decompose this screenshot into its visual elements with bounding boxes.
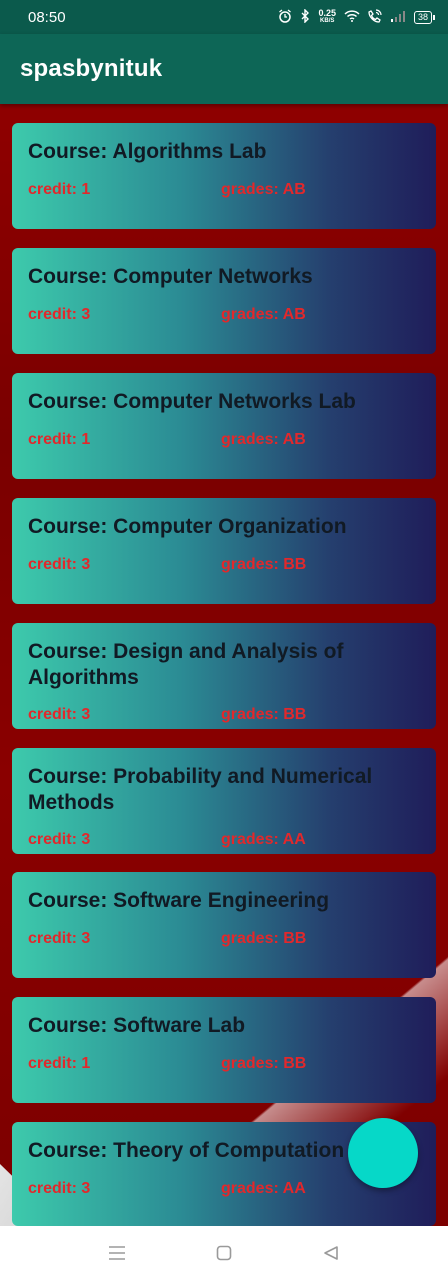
bluetooth-icon [300, 7, 310, 26]
course-grades: grades: AA [221, 1180, 306, 1197]
course-credit: credit: 1 [28, 181, 91, 198]
course-title: Course: Computer Organization [28, 515, 347, 538]
net-speed-unit: KB/S [320, 18, 335, 24]
navigation-bar [0, 1226, 448, 1280]
course-credit: credit: 1 [28, 1055, 91, 1072]
course-title: Course: Algorithms Lab [28, 140, 267, 163]
net-speed: 0.25 KB/S [318, 9, 336, 25]
status-icons: 0.25 KB/S 38 [278, 7, 436, 26]
course-grades: grades: BB [221, 556, 307, 573]
app-bar: spasbynituk [0, 34, 448, 104]
home-icon[interactable] [213, 1242, 235, 1264]
course-meta: credit: 1 grades: BB [28, 1055, 420, 1075]
menu-icon[interactable] [106, 1242, 128, 1264]
course-meta: credit: 1 grades: AB [28, 181, 420, 201]
net-speed-value: 0.25 [318, 8, 336, 18]
alarm-icon [278, 8, 292, 26]
course-grades: grades: AB [221, 431, 306, 448]
course-title: Course: Computer Networks [28, 265, 313, 288]
course-meta: credit: 3 grades: BB [28, 706, 420, 726]
course-credit: credit: 3 [28, 1180, 91, 1197]
app-title: spasbynituk [20, 55, 163, 82]
course-card[interactable]: Course: Design and Analysis of Algorithm… [12, 623, 436, 729]
course-grades: grades: BB [221, 1055, 307, 1072]
course-credit: credit: 3 [28, 706, 91, 723]
course-credit: credit: 3 [28, 556, 91, 573]
course-card[interactable]: Course: Software Lab credit: 1 grades: B… [12, 997, 436, 1103]
course-meta: credit: 1 grades: AB [28, 431, 420, 451]
course-meta: credit: 3 grades: BB [28, 930, 420, 950]
course-grades: grades: BB [221, 706, 307, 723]
course-card[interactable]: Course: Computer Organization credit: 3 … [12, 498, 436, 604]
course-grades: grades: AB [221, 306, 306, 323]
course-credit: credit: 3 [28, 306, 91, 323]
back-icon[interactable] [320, 1242, 342, 1264]
course-title: Course: Software Engineering [28, 889, 330, 912]
course-grades: grades: BB [221, 930, 307, 947]
course-credit: credit: 3 [28, 930, 91, 947]
course-title: Course: Probability and Numerical Method… [28, 765, 373, 814]
signal-icon [390, 10, 406, 25]
course-list[interactable]: Course: Algorithms Lab credit: 1 grades:… [0, 104, 448, 1226]
course-title: Course: Computer Networks Lab [28, 390, 356, 413]
course-title: Course: Software Lab [28, 1014, 246, 1037]
course-card[interactable]: Course: Computer Networks Lab credit: 1 … [12, 373, 436, 479]
battery-icon: 38 [413, 10, 436, 24]
add-course-button[interactable] [348, 1118, 418, 1188]
course-meta: credit: 3 grades: AA [28, 1180, 420, 1200]
wifi-icon [344, 9, 360, 25]
status-time: 08:50 [28, 8, 66, 26]
course-card[interactable]: Course: Algorithms Lab credit: 1 grades:… [12, 123, 436, 229]
course-card[interactable]: Course: Computer Networks credit: 3 grad… [12, 248, 436, 354]
course-grades: grades: AA [221, 831, 306, 848]
course-title: Course: Design and Analysis of Algorithm… [28, 640, 344, 689]
course-card[interactable]: Course: Software Engineering credit: 3 g… [12, 872, 436, 978]
status-bar: 08:50 0.25 KB/S 38 [0, 0, 448, 34]
course-meta: credit: 3 grades: AB [28, 306, 420, 326]
course-card[interactable]: Course: Probability and Numerical Method… [12, 748, 436, 854]
course-credit: credit: 1 [28, 431, 91, 448]
course-credit: credit: 3 [28, 831, 91, 848]
course-grades: grades: AB [221, 181, 306, 198]
call-wifi-icon [368, 8, 382, 26]
course-meta: credit: 3 grades: AA [28, 831, 420, 851]
course-meta: credit: 3 grades: BB [28, 556, 420, 576]
